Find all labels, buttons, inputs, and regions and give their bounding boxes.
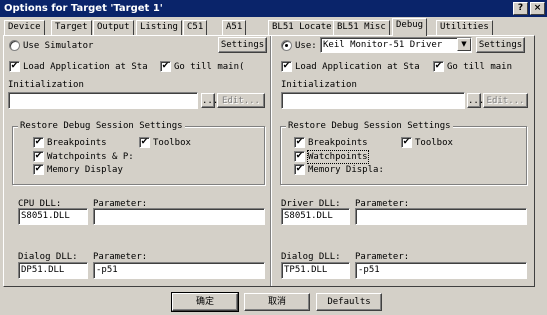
left-init-input[interactable] [8,92,198,109]
tab-debug[interactable]: Debug [392,18,428,36]
cpu-param-input[interactable] [93,208,265,225]
driver-settings-button[interactable]: Settings [476,37,525,53]
right-init-label: Initialization [281,80,357,90]
left-init-edit-button[interactable]: Edit... [217,93,265,108]
tab-target[interactable]: Target [51,20,92,35]
cpu-dll-input[interactable]: S8051.DLL [18,208,88,225]
right-watchpoints-checkbox[interactable]: ✔ [294,151,305,162]
left-init-label: Initialization [8,80,84,90]
left-dialog-param-input[interactable]: -p51 [93,262,265,279]
left-toolbox-checkbox[interactable]: ✔ [139,137,150,148]
tab-output[interactable]: Output [93,20,134,35]
driver-param-input[interactable] [355,208,527,225]
right-memory-label: Memory Displa: [308,165,384,175]
left-init-browse-button[interactable]: ... [201,93,218,108]
use-driver-label: Use: [295,41,317,51]
driver-select[interactable]: Keil Monitor-51 Driver [320,37,472,53]
title-bar: Options for Target 'Target 1' [0,0,547,17]
left-dialog-dll-input[interactable]: DP51.DLL [18,262,88,279]
defaults-button[interactable]: Defaults [316,293,382,311]
right-watchpoints-label: Watchpoints [307,150,369,164]
tab-bl51-locate[interactable]: BL51 Locate [268,20,336,35]
left-watchpoints-checkbox[interactable]: ✔ [33,151,44,162]
left-breakpoints-label: Breakpoints [47,138,107,148]
driver-dll-input[interactable]: S8051.DLL [281,208,350,225]
tab-utilities[interactable]: Utilities [436,20,493,35]
radio-selected-dot [285,44,288,47]
right-toolbox-label: Toolbox [415,138,453,148]
tab-device[interactable]: Device [4,20,45,35]
right-breakpoints-checkbox[interactable]: ✔ [294,137,305,148]
right-init-edit-button[interactable]: Edit... [483,93,528,108]
right-toolbox-checkbox[interactable]: ✔ [401,137,412,148]
left-watchpoints-label: Watchpoints & P: [47,152,134,162]
tab-bl51-misc[interactable]: BL51 Misc [333,20,390,35]
left-go-main-label: Go till main( [174,62,245,72]
left-restore-title: Restore Debug Session Settings [18,121,185,131]
use-simulator-radio[interactable] [9,40,20,51]
right-go-main-checkbox[interactable]: ✔ [433,61,444,72]
left-go-main-checkbox[interactable]: ✔ [160,61,171,72]
ok-button[interactable]: 确定 [171,292,239,312]
right-dialog-dll-input[interactable]: TP51.DLL [281,262,350,279]
left-breakpoints-checkbox[interactable]: ✔ [33,137,44,148]
use-driver-radio[interactable] [281,40,292,51]
cancel-button[interactable]: 取消 [244,293,310,311]
right-load-app-label: Load Application at Sta [295,62,420,72]
right-dialog-param-input[interactable]: -p51 [355,262,527,279]
tab-a51[interactable]: A51 [222,20,247,35]
tab-c51[interactable]: C51 [183,20,208,35]
panel-divider [270,36,272,286]
simulator-settings-button[interactable]: Settings [218,37,267,53]
right-go-main-label: Go till main [447,62,513,72]
left-load-app-checkbox[interactable]: ✔ [9,61,20,72]
left-load-app-label: Load Application at Sta [23,62,148,72]
right-memory-checkbox[interactable]: ✔ [294,164,305,175]
tab-listing[interactable]: Listing [136,20,182,35]
left-memory-checkbox[interactable]: ✔ [33,164,44,175]
chevron-down-icon[interactable]: ▼ [457,38,471,51]
use-simulator-label: Use Simulator [23,41,94,51]
right-init-browse-button[interactable]: ... [467,93,484,108]
left-memory-label: Memory Display [47,165,123,175]
right-init-input[interactable] [281,92,465,109]
driver-select-value: Keil Monitor-51 Driver [323,40,443,50]
window-title: Options for Target 'Target 1' [4,3,163,14]
right-breakpoints-label: Breakpoints [308,138,368,148]
right-load-app-checkbox[interactable]: ✔ [281,61,292,72]
help-button[interactable]: ? [513,2,528,15]
left-toolbox-label: Toolbox [153,138,191,148]
right-restore-title: Restore Debug Session Settings [286,121,453,131]
close-button[interactable]: × [530,2,545,15]
